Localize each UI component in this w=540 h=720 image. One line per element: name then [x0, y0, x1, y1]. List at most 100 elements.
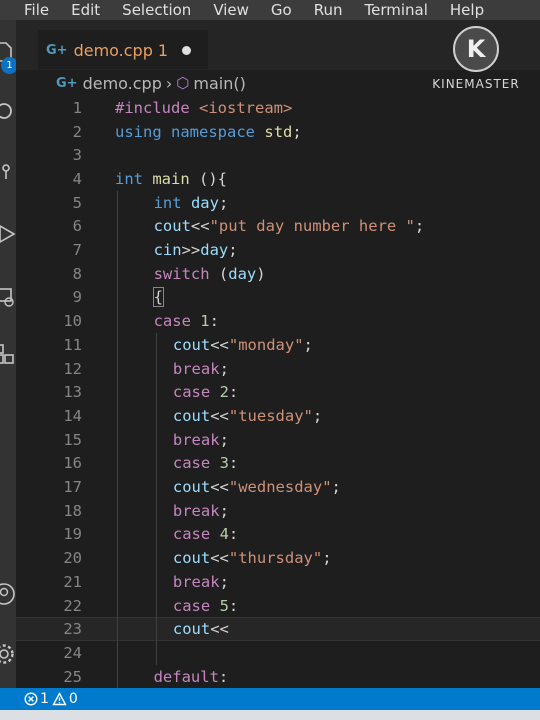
code-line[interactable]: 19 case 4: [16, 523, 540, 547]
account-icon[interactable] [0, 582, 16, 606]
code-token: switch [153, 264, 210, 283]
code-line[interactable]: 1 #include <iostream> [16, 96, 540, 120]
code-token: : [228, 454, 239, 473]
code-token: default [153, 667, 219, 686]
code-line[interactable]: 24 [16, 641, 540, 665]
code-line[interactable]: 3 [16, 143, 540, 167]
code-token: ; [292, 122, 302, 141]
line-code: break; [173, 360, 229, 378]
search-icon[interactable] [0, 100, 16, 124]
line-number: 16 [63, 454, 82, 473]
kinemaster-watermark: K KINEMASTER [430, 26, 522, 91]
unsaved-dot-icon[interactable] [182, 45, 192, 55]
chevron-right-icon: › [165, 73, 173, 93]
problems-indicator[interactable]: 1 0 [24, 691, 81, 707]
code-line[interactable]: 7 cin>>day; [16, 238, 540, 262]
line-number: 24 [63, 643, 82, 662]
code-line[interactable]: 6 cout<<"put day number here "; [16, 215, 540, 239]
code-line[interactable]: 23 cout<< [16, 617, 540, 642]
code-token: cout [172, 335, 211, 354]
code-line[interactable]: 11 cout<<"monday"; [16, 333, 540, 357]
code-line[interactable]: 10 case 1: [16, 309, 540, 333]
breadcrumb-symbol[interactable]: main() [193, 74, 245, 93]
code-token: case [172, 525, 211, 544]
run-debug-icon[interactable] [0, 222, 16, 246]
menu-help[interactable]: Help [439, 1, 495, 19]
line-code: cout<<"tuesday"; [173, 407, 322, 425]
tab-demo-cpp[interactable]: G+ demo.cpp 1 [38, 30, 208, 69]
code-line[interactable]: 20 cout<<"thursday"; [16, 546, 540, 570]
line-number: 1 [72, 98, 82, 117]
line-code: case 2: [173, 383, 238, 401]
code-token: << [210, 620, 229, 639]
code-line[interactable]: 5 int day; [16, 191, 540, 215]
code-line[interactable]: 9{ [16, 286, 540, 310]
code-token: using [115, 122, 162, 141]
menu-file[interactable]: File [0, 1, 60, 19]
line-number: 14 [63, 406, 82, 425]
code-line[interactable]: 16 case 3: [16, 452, 540, 476]
code-line[interactable]: 2 using namespace std; [16, 120, 540, 144]
code-token: case [172, 454, 211, 473]
code-token: day [190, 193, 219, 212]
code-line[interactable]: 8 switch (day) [16, 262, 540, 286]
line-number: 10 [63, 312, 82, 331]
code-line[interactable]: 17 cout<<"wednesday"; [16, 475, 540, 499]
code-token: case [172, 383, 211, 402]
code-token: << [210, 549, 229, 568]
code-line[interactable]: 25 default: [16, 665, 540, 688]
line-code: cout<<"wednesday"; [173, 478, 341, 496]
code-token: break [172, 359, 220, 378]
code-line[interactable]: 14 cout<<"tuesday"; [16, 404, 540, 428]
line-code: case 4: [173, 525, 238, 543]
code-token: ) [256, 264, 266, 283]
code-line[interactable]: 18 break; [16, 499, 540, 523]
source-control-icon[interactable] [0, 160, 16, 184]
line-code: cout<<"monday"; [173, 336, 313, 354]
warning-icon [52, 692, 67, 706]
code-token: ; [219, 359, 229, 378]
line-number: 17 [63, 478, 82, 497]
menu-run[interactable]: Run [303, 1, 354, 19]
code-token: << [210, 406, 229, 425]
line-code: cout<< [173, 620, 229, 638]
menu-go[interactable]: Go [260, 1, 303, 19]
code-token: ; [303, 335, 313, 354]
code-token: ; [218, 193, 229, 212]
line-code: break; [173, 573, 229, 591]
code-line[interactable]: 15 break; [16, 428, 540, 452]
line-code: break; [173, 431, 229, 449]
cpp-file-icon: G+ [46, 42, 68, 58]
menu-bar: File Edit Selection View Go Run Terminal… [0, 0, 540, 20]
code-line[interactable]: 21 break; [16, 570, 540, 594]
code-token: ; [322, 549, 332, 568]
code-token: 1 [200, 312, 210, 331]
line-code: break; [173, 502, 229, 520]
menu-selection[interactable]: Selection [111, 1, 202, 19]
menu-terminal[interactable]: Terminal [354, 1, 439, 19]
code-line[interactable]: 22 case 5: [16, 594, 540, 618]
menu-view[interactable]: View [202, 1, 260, 19]
line-code: #include <iostream> [115, 99, 292, 117]
code-token: "thursday" [228, 549, 323, 568]
menu-edit[interactable]: Edit [60, 1, 111, 19]
code-token: ; [219, 501, 229, 520]
extensions-icon[interactable] [0, 342, 16, 366]
code-editor[interactable]: 1 #include <iostream> 2 using namespace std… [16, 96, 540, 688]
code-token: ; [228, 241, 238, 260]
remote-explorer-icon[interactable] [0, 285, 16, 309]
line-number: 9 [72, 288, 82, 307]
code-line[interactable]: 12 break; [16, 357, 540, 381]
line-number: 6 [72, 217, 82, 236]
breadcrumb-file[interactable]: demo.cpp [83, 74, 162, 93]
code-line[interactable]: 4 int main (){ [16, 167, 540, 191]
code-token: main [152, 169, 190, 188]
line-number: 3 [72, 146, 82, 165]
line-code: cout<<"thursday"; [173, 549, 332, 567]
gear-icon[interactable] [0, 642, 16, 666]
code-line[interactable]: 13 case 2: [16, 380, 540, 404]
line-number: 25 [63, 667, 82, 686]
